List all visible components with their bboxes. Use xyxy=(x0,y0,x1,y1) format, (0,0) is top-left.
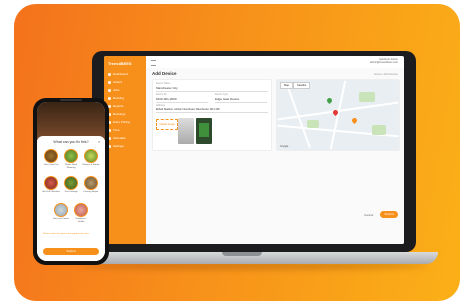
option-tree[interactable]: Tree Damage xyxy=(62,176,80,194)
booking-icon xyxy=(108,96,111,100)
device-type-field[interactable]: Edge Gate Device xyxy=(215,97,267,103)
option-no-issue[interactable]: No Issue Found xyxy=(52,203,70,221)
map-type-tabs: Map Satellite xyxy=(280,82,311,89)
option-watering[interactable]: Plants Need Watering xyxy=(62,149,80,169)
page-title: Add Device xyxy=(152,71,177,76)
sidebar-item-entry-pricing[interactable]: Entry Pricing xyxy=(108,120,130,124)
upload-image-button[interactable]: Upload Image xyxy=(156,119,178,130)
device-id-field[interactable]: MCR-001-2000 xyxy=(156,97,208,103)
google-logo: Google xyxy=(280,145,289,148)
option-image xyxy=(84,176,98,190)
sidebar-item-orders[interactable]: Orders xyxy=(108,80,122,84)
device-name-label: Device Name xyxy=(156,82,171,85)
user-menu[interactable]: Gardener Admin admin@trees4bees.com xyxy=(370,58,398,65)
sidebar-item-dashboard[interactable]: Dashboard xyxy=(108,72,128,76)
close-icon[interactable]: × xyxy=(98,139,100,144)
brand-logo: Trees4BEES xyxy=(108,61,132,66)
device-form: Device Name Manchester City Device ID MC… xyxy=(152,79,272,151)
tab-map[interactable]: Map xyxy=(280,82,294,89)
menu-icon[interactable] xyxy=(151,60,156,66)
phone-speaker xyxy=(60,99,82,101)
laptop-notch xyxy=(222,252,262,256)
option-image xyxy=(84,149,98,163)
option-image xyxy=(44,176,58,190)
option-bin[interactable]: Bin Full / Blocked xyxy=(42,176,60,194)
place-marker-icon xyxy=(325,96,334,105)
device-type-label: Device Type xyxy=(215,93,229,96)
option-image xyxy=(44,149,58,163)
location-map[interactable]: Map Satellite Google xyxy=(276,79,400,151)
orders-icon xyxy=(108,80,111,84)
option-image xyxy=(64,176,78,190)
option-image xyxy=(54,203,68,217)
place-marker-icon xyxy=(350,116,359,125)
sidebar-item-reports[interactable]: Reports xyxy=(108,104,124,108)
cancel-button[interactable]: Cancel xyxy=(364,213,373,217)
header-photo xyxy=(37,102,105,140)
phone-screen: What can you fix this? × Litter Clean Up… xyxy=(37,102,105,261)
device-id-label: Device ID xyxy=(156,93,167,96)
device-photo-2 xyxy=(196,118,212,144)
option-image xyxy=(74,203,88,217)
sidebar-item-settings[interactable]: Settings xyxy=(108,144,124,148)
sidebar-item-bookings[interactable]: Bookings xyxy=(108,112,125,116)
submit-button[interactable]: Submit xyxy=(380,211,398,218)
option-image xyxy=(64,149,78,163)
hint-text: Please select the options that apply to … xyxy=(43,233,89,235)
sidebar-item-schedule[interactable]: Schedule xyxy=(108,136,126,140)
jobs-icon xyxy=(108,88,111,92)
question-title: What can you fix this? xyxy=(53,140,89,144)
address-label: Address xyxy=(156,104,165,107)
dashboard-icon xyxy=(108,72,111,76)
option-vandalism[interactable]: Vandalism / Graffiti xyxy=(72,203,90,223)
main-content: Add Device Home / Add Device Device Name… xyxy=(146,68,404,244)
option-litter[interactable]: Litter Clean Up xyxy=(42,149,60,167)
device-photo-1 xyxy=(178,118,194,144)
phone-submit-button[interactable]: Submit xyxy=(43,248,99,255)
device-name-field[interactable]: Manchester City xyxy=(156,86,268,92)
option-fencing[interactable]: Fencing Repair xyxy=(82,176,100,194)
breadcrumb: Home / Add Device xyxy=(374,72,398,76)
sidebar: Trees4BEES Dashboard Orders Jobs Booking… xyxy=(104,56,146,244)
sidebar-item-booking[interactable]: Booking xyxy=(108,96,124,100)
laptop-screen: Trees4BEES Dashboard Orders Jobs Booking… xyxy=(104,56,404,244)
tab-satellite[interactable]: Satellite xyxy=(293,82,311,89)
address-field[interactable]: Etihad Stadium, Ashton New Road, Manches… xyxy=(156,108,268,113)
option-flowers[interactable]: Flowers & Shrubs xyxy=(82,149,100,167)
sidebar-item-jobs[interactable]: Jobs xyxy=(108,88,119,92)
sidebar-item-time[interactable]: Time xyxy=(108,128,120,132)
